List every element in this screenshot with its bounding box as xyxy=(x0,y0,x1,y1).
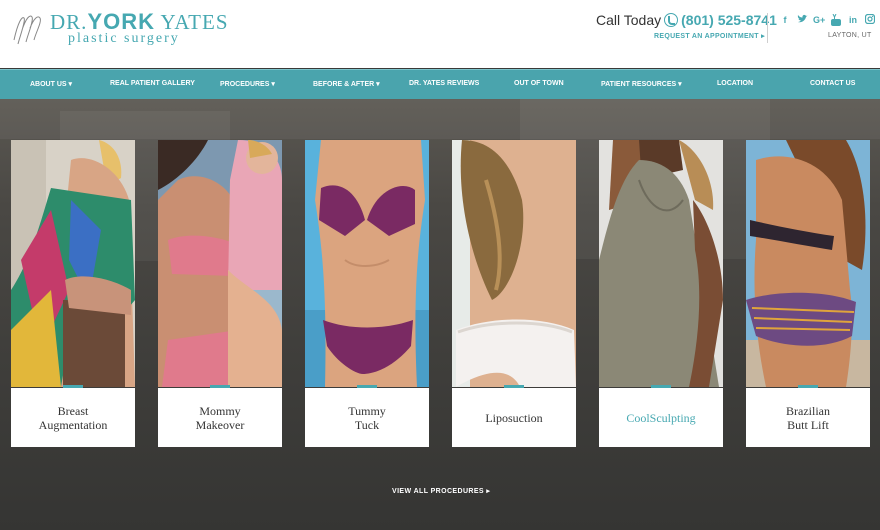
logo-monogram-icon[interactable] xyxy=(8,10,46,53)
youtube-icon[interactable] xyxy=(830,13,842,26)
logo-subtitle: plastic surgery xyxy=(68,31,180,46)
nav-reviews[interactable]: DR. YATES REVIEWS xyxy=(409,80,479,87)
instagram-icon[interactable] xyxy=(864,13,876,26)
procedure-card-breast-augmentation[interactable]: Breast Augmentation xyxy=(11,140,135,447)
card-label: Brazilian Butt Lift xyxy=(746,388,870,447)
google-plus-icon[interactable]: G+ xyxy=(813,14,825,26)
procedure-card-coolsculpting[interactable]: CoolSculpting xyxy=(599,140,723,447)
request-appointment-link[interactable]: REQUEST AN APPOINTMENT ▸ xyxy=(654,32,765,40)
linkedin-icon[interactable]: in xyxy=(847,14,859,26)
nav-out-of-town[interactable]: OUT OF TOWN xyxy=(514,80,564,87)
nav-about-us[interactable]: ABOUT US ▾ xyxy=(30,80,72,88)
view-all-procedures-link[interactable]: VIEW ALL PROCEDURES ▸ xyxy=(392,487,490,495)
social-links: f G+ in xyxy=(779,13,876,26)
procedure-card-brazilian-butt-lift[interactable]: Brazilian Butt Lift xyxy=(746,140,870,447)
call-today: Call Today (801) 525-8741 xyxy=(596,12,777,28)
procedure-photo xyxy=(11,140,135,387)
nav-contact-us[interactable]: CONTACT US xyxy=(810,80,855,87)
nav-real-patient-gallery[interactable]: REAL PATIENT GALLERY xyxy=(110,80,195,87)
phone-icon xyxy=(664,13,679,27)
card-label: Mommy Makeover xyxy=(158,388,282,447)
procedure-photo xyxy=(158,140,282,387)
procedure-card-liposuction[interactable]: Liposuction xyxy=(452,140,576,447)
facebook-icon[interactable]: f xyxy=(779,14,791,26)
procedure-photo xyxy=(599,140,723,387)
nav-location[interactable]: LOCATION xyxy=(717,80,753,87)
card-label: Liposuction xyxy=(452,388,576,447)
procedure-photo xyxy=(305,140,429,387)
nav-patient-resources[interactable]: PATIENT RESOURCES ▾ xyxy=(601,80,682,88)
nav-procedures[interactable]: PROCEDURES ▾ xyxy=(220,80,275,88)
main-nav: ABOUT US ▾ REAL PATIENT GALLERY PROCEDUR… xyxy=(0,69,880,99)
nav-before-after[interactable]: BEFORE & AFTER ▾ xyxy=(313,80,380,88)
card-label: Tummy Tuck xyxy=(305,388,429,447)
phone-number-link[interactable]: (801) 525-8741 xyxy=(681,12,777,28)
card-label: Breast Augmentation xyxy=(11,388,135,447)
procedure-card-tummy-tuck[interactable]: Tummy Tuck xyxy=(305,140,429,447)
site-header: DR.YORK YATES plastic surgery Call Today… xyxy=(0,0,880,68)
call-label: Call Today xyxy=(596,12,662,28)
procedure-card-mommy-makeover[interactable]: Mommy Makeover xyxy=(158,140,282,447)
procedure-photo xyxy=(452,140,576,387)
procedure-photo xyxy=(746,140,870,387)
header-divider xyxy=(767,13,768,43)
location-text: LAYTON, UT xyxy=(828,32,872,39)
card-label: CoolSculpting xyxy=(599,388,723,447)
twitter-icon[interactable] xyxy=(796,14,808,26)
